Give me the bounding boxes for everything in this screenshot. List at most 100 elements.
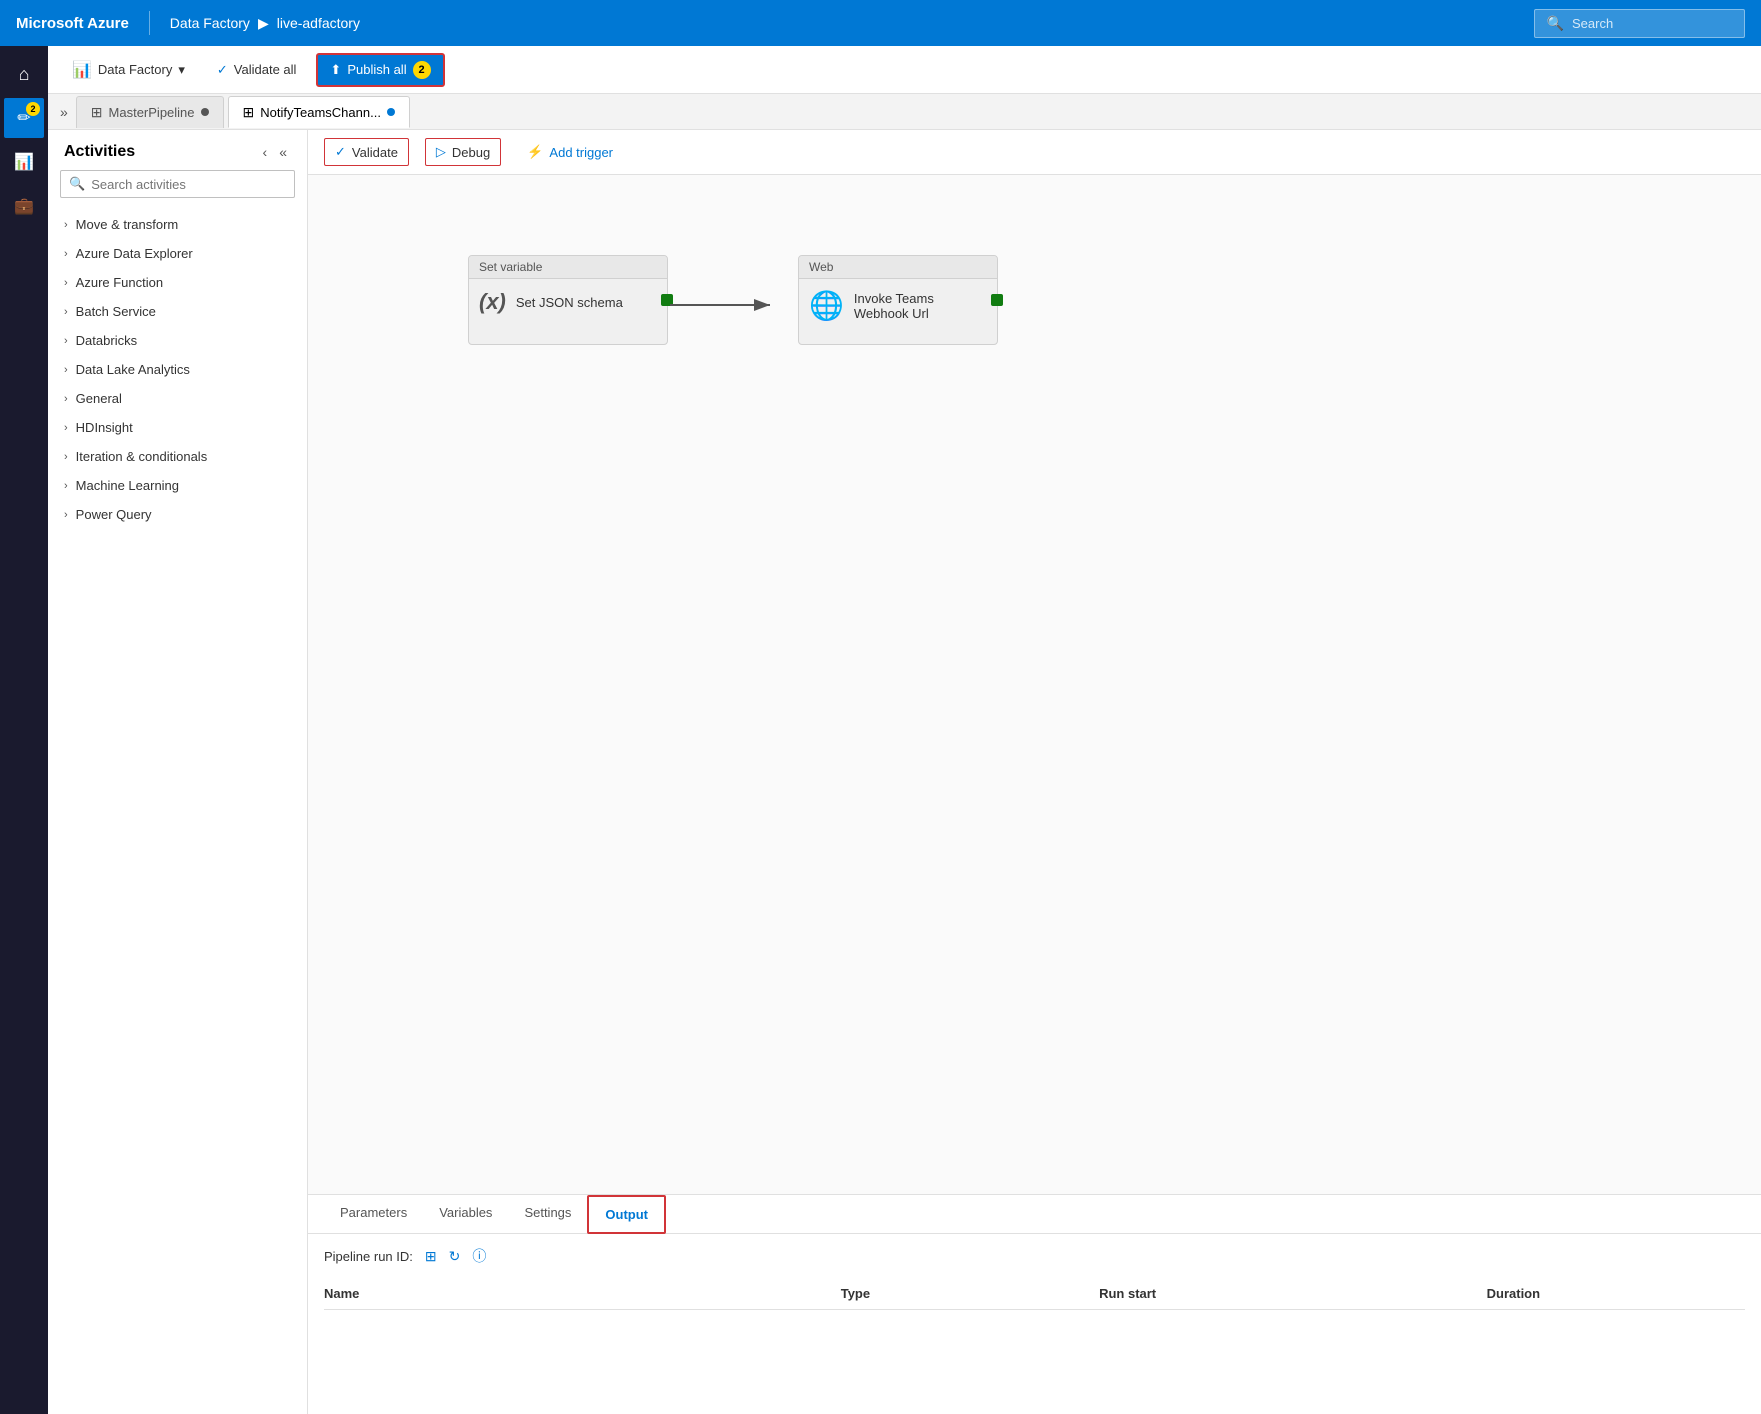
tab-expand-btn[interactable]: » — [56, 100, 72, 124]
activities-header: Activities ‹ « — [48, 130, 307, 170]
activity-group-hdinsight[interactable]: › HDInsight — [48, 413, 307, 442]
activities-panel: Activities ‹ « 🔍 › Move & transform › — [48, 130, 308, 1414]
node-set-variable[interactable]: Set variable (x) Set JSON schema — [468, 255, 668, 345]
copy-run-id-btn[interactable]: ⊞ — [425, 1248, 437, 1265]
collapse-all-btn[interactable]: « — [275, 142, 291, 162]
pipeline-icon-1: ⊞ — [91, 104, 103, 121]
briefcase-icon: 💼 — [14, 196, 34, 216]
top-bar-separator — [149, 11, 150, 35]
web-globe-icon: 🌐 — [809, 289, 844, 322]
data-factory-icon: 📊 — [72, 60, 92, 80]
validate-btn[interactable]: ✓ Validate — [324, 138, 409, 166]
bottom-panel: Parameters Variables Settings Output Pip… — [308, 1194, 1761, 1414]
activity-label-hdinsight: HDInsight — [76, 420, 133, 435]
tab-dot-1 — [201, 108, 209, 116]
activity-group-general[interactable]: › General — [48, 384, 307, 413]
debug-play-icon: ▷ — [436, 144, 446, 160]
search-box[interactable]: 🔍 — [1534, 9, 1745, 38]
activity-label-machine-learning: Machine Learning — [76, 478, 179, 493]
search-activities-icon: 🔍 — [69, 176, 85, 192]
canvas-toolbar: ✓ Validate ▷ Debug ⚡ Add trigger — [308, 130, 1761, 175]
activity-group-batch-service[interactable]: › Batch Service — [48, 297, 307, 326]
activity-label-power-query: Power Query — [76, 507, 152, 522]
node-web[interactable]: Web 🌐 Invoke Teams Webhook Url — [798, 255, 998, 345]
search-input[interactable] — [1572, 16, 1732, 31]
chevron-azure-data-explorer: › — [64, 248, 68, 260]
tab-output[interactable]: Output — [587, 1195, 666, 1234]
activity-group-data-lake-analytics[interactable]: › Data Lake Analytics — [48, 355, 307, 384]
activity-label-general: General — [76, 391, 122, 406]
activity-group-power-query[interactable]: › Power Query — [48, 500, 307, 529]
chevron-machine-learning: › — [64, 480, 68, 492]
dropdown-chevron-icon: ▾ — [178, 62, 185, 78]
collapse-btn[interactable]: ‹ — [259, 142, 272, 162]
activity-label-move-transform: Move & transform — [76, 217, 179, 232]
debug-btn[interactable]: ▷ Debug — [425, 138, 501, 166]
sidebar-item-manage[interactable]: 💼 — [4, 186, 44, 226]
table-header: Name Type Run start Duration — [324, 1278, 1745, 1310]
chevron-move-transform: › — [64, 219, 68, 231]
chevron-batch-service: › — [64, 306, 68, 318]
breadcrumb-data-factory: Data Factory — [170, 15, 250, 31]
validate-check-icon: ✓ — [335, 144, 346, 160]
refresh-btn[interactable]: ↻ — [449, 1248, 461, 1265]
bottom-content: Pipeline run ID: ⊞ ↻ ⓘ Name Type Run sta… — [308, 1234, 1761, 1414]
add-trigger-btn[interactable]: ⚡ Add trigger — [517, 139, 623, 165]
pipeline-run-row: Pipeline run ID: ⊞ ↻ ⓘ — [324, 1246, 1745, 1266]
activity-label-databricks: Databricks — [76, 333, 137, 348]
activities-title: Activities — [64, 143, 135, 161]
node-web-connector-right — [991, 294, 1003, 306]
activity-group-iteration-conditionals[interactable]: › Iteration & conditionals — [48, 442, 307, 471]
col-duration: Duration — [1487, 1286, 1745, 1301]
set-variable-icon: (x) — [479, 289, 506, 315]
search-icon: 🔍 — [1547, 15, 1564, 32]
node-web-header: Web — [799, 256, 997, 279]
validate-label: Validate — [352, 145, 398, 160]
top-bar: Microsoft Azure Data Factory ▶ live-adfa… — [0, 0, 1761, 46]
sidebar-item-edit[interactable]: ✏ 2 — [4, 98, 44, 138]
tab-master-pipeline[interactable]: ⊞ MasterPipeline — [76, 96, 224, 128]
bottom-tabs: Parameters Variables Settings Output — [308, 1195, 1761, 1234]
tab-variables[interactable]: Variables — [423, 1195, 508, 1233]
activity-group-azure-function[interactable]: › Azure Function — [48, 268, 307, 297]
node-set-variable-header: Set variable — [469, 256, 667, 279]
sidebar-item-monitor[interactable]: 📊 — [4, 142, 44, 182]
trigger-icon: ⚡ — [527, 144, 543, 160]
home-icon: ⌂ — [19, 64, 30, 85]
validate-all-icon: ✓ — [217, 62, 228, 78]
activity-group-azure-data-explorer[interactable]: › Azure Data Explorer — [48, 239, 307, 268]
activity-group-machine-learning[interactable]: › Machine Learning — [48, 471, 307, 500]
main-content: 📊 Data Factory ▾ ✓ Validate all ⬆ Publis… — [48, 46, 1761, 1414]
tab-notify-teams[interactable]: ⊞ NotifyTeamsChann... — [228, 96, 410, 128]
publish-all-label: Publish all — [347, 62, 406, 77]
chevron-iteration-conditionals: › — [64, 451, 68, 463]
sidebar-item-home[interactable]: ⌂ — [4, 54, 44, 94]
activities-search-box[interactable]: 🔍 — [60, 170, 295, 198]
node-set-variable-label: Set JSON schema — [516, 295, 623, 310]
activity-group-databricks[interactable]: › Databricks — [48, 326, 307, 355]
col-run-start: Run start — [1099, 1286, 1487, 1301]
pipeline-arrow — [670, 290, 790, 320]
data-factory-btn[interactable]: 📊 Data Factory ▾ — [60, 54, 197, 86]
add-trigger-label: Add trigger — [549, 145, 613, 160]
activities-controls: ‹ « — [259, 142, 291, 162]
search-activities-input[interactable] — [91, 177, 286, 192]
activity-label-azure-function: Azure Function — [76, 275, 163, 290]
pipeline-canvas[interactable]: Set variable (x) Set JSON schema — [308, 175, 1761, 1194]
info-btn[interactable]: ⓘ — [472, 1246, 486, 1266]
publish-all-btn[interactable]: ⬆ Publish all 2 — [316, 53, 444, 87]
validate-all-btn[interactable]: ✓ Validate all — [205, 56, 309, 84]
pipeline-icon-2: ⊞ — [243, 104, 255, 121]
tab-settings[interactable]: Settings — [508, 1195, 587, 1233]
tab-label-2: NotifyTeamsChann... — [260, 105, 381, 120]
app-layout: ⌂ ✏ 2 📊 💼 📊 Data Factory ▾ ✓ Validate al… — [0, 46, 1761, 1414]
node-web-label: Invoke Teams Webhook Url — [854, 291, 934, 321]
tab-parameters[interactable]: Parameters — [324, 1195, 423, 1233]
monitor-icon: 📊 — [14, 152, 34, 172]
icon-sidebar: ⌂ ✏ 2 📊 💼 — [0, 46, 48, 1414]
activity-group-move-transform[interactable]: › Move & transform — [48, 210, 307, 239]
activity-label-data-lake-analytics: Data Lake Analytics — [76, 362, 190, 377]
chevron-databricks: › — [64, 335, 68, 347]
edit-badge: 2 — [26, 102, 40, 116]
pipeline-run-id-label: Pipeline run ID: — [324, 1249, 413, 1264]
